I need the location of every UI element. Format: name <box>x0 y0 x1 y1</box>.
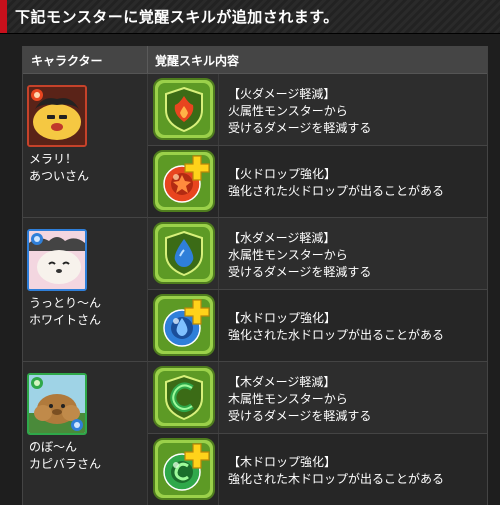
table-header: キャラクター 覚醒スキル内容 <box>23 46 487 74</box>
water-orb-enhance-icon <box>153 294 215 356</box>
skill-row: 【木ダメージ軽減】 木属性モンスターから 受けるダメージを軽減する <box>148 362 487 434</box>
skill-description: 【火ダメージ軽減】 火属性モンスターから 受けるダメージを軽減する <box>228 87 372 135</box>
skill-row: 【水ダメージ軽減】 水属性モンスターから 受けるダメージを軽減する <box>148 218 487 290</box>
skill-name: 【火ダメージ軽減】 <box>228 87 336 101</box>
skill-name: 【水ドロップ強化】 <box>228 311 337 325</box>
skill-name: 【火ドロップ強化】 <box>228 167 337 181</box>
fire-damage-reduction-icon <box>153 78 215 140</box>
skill-row: 【火ドロップ強化】 強化された火ドロップが出ることがある <box>148 146 487 218</box>
skill-row: 【木ドロップ強化】 強化された木ドロップが出ることがある <box>148 434 487 505</box>
skill-description: 【水ドロップ強化】 強化された水ドロップが出ることがある <box>228 311 445 342</box>
skill-description: 【木ドロップ強化】 強化された木ドロップが出ることがある <box>228 455 445 486</box>
character-portrait[interactable] <box>27 85 87 147</box>
skill-description: 【木ダメージ軽減】 木属性モンスターから 受けるダメージを軽減する <box>228 375 372 423</box>
column-header-character: キャラクター <box>31 54 103 68</box>
character-cell: のぼ～ん カピバラさん <box>23 362 148 505</box>
skill-description: 【火ドロップ強化】 強化された火ドロップが出ることがある <box>228 167 445 198</box>
character-name: のぼ～ん カピバラさん <box>29 440 102 471</box>
wood-orb-enhance-icon <box>153 438 215 500</box>
wood-damage-reduction-icon <box>153 366 215 428</box>
skill-name: 【水ダメージ軽減】 <box>228 231 336 245</box>
character-portrait[interactable] <box>27 373 87 435</box>
character-name: メラリ！ あついさん <box>29 152 90 183</box>
skill-description: 【水ダメージ軽減】 水属性モンスターから 受けるダメージを軽減する <box>228 231 372 279</box>
water-damage-reduction-icon <box>153 222 215 284</box>
awakening-skill-table: キャラクター 覚醒スキル内容 メラリ！ あついさん 【火ダメージ軽減】 火属性モ… <box>22 46 488 505</box>
skill-name: 【木ダメージ軽減】 <box>228 375 336 389</box>
character-cell: うっとり～ん ホワイトさん <box>23 218 148 362</box>
character-name: うっとり～ん ホワイトさん <box>29 296 102 327</box>
character-cell: メラリ！ あついさん <box>23 74 148 218</box>
column-header-skill: 覚醒スキル内容 <box>155 54 240 68</box>
skill-row: 【水ドロップ強化】 強化された水ドロップが出ることがある <box>148 290 487 362</box>
character-portrait[interactable] <box>27 229 87 291</box>
skill-row: 【火ダメージ軽減】 火属性モンスターから 受けるダメージを軽減する <box>148 74 487 146</box>
page-title: 下記モンスターに覚醒スキルが追加されます。 <box>15 8 339 26</box>
header-accent-bar <box>0 0 7 33</box>
skill-name: 【木ドロップ強化】 <box>228 455 337 469</box>
page-header: 下記モンスターに覚醒スキルが追加されます。 <box>0 0 500 34</box>
fire-orb-enhance-icon <box>153 150 215 212</box>
